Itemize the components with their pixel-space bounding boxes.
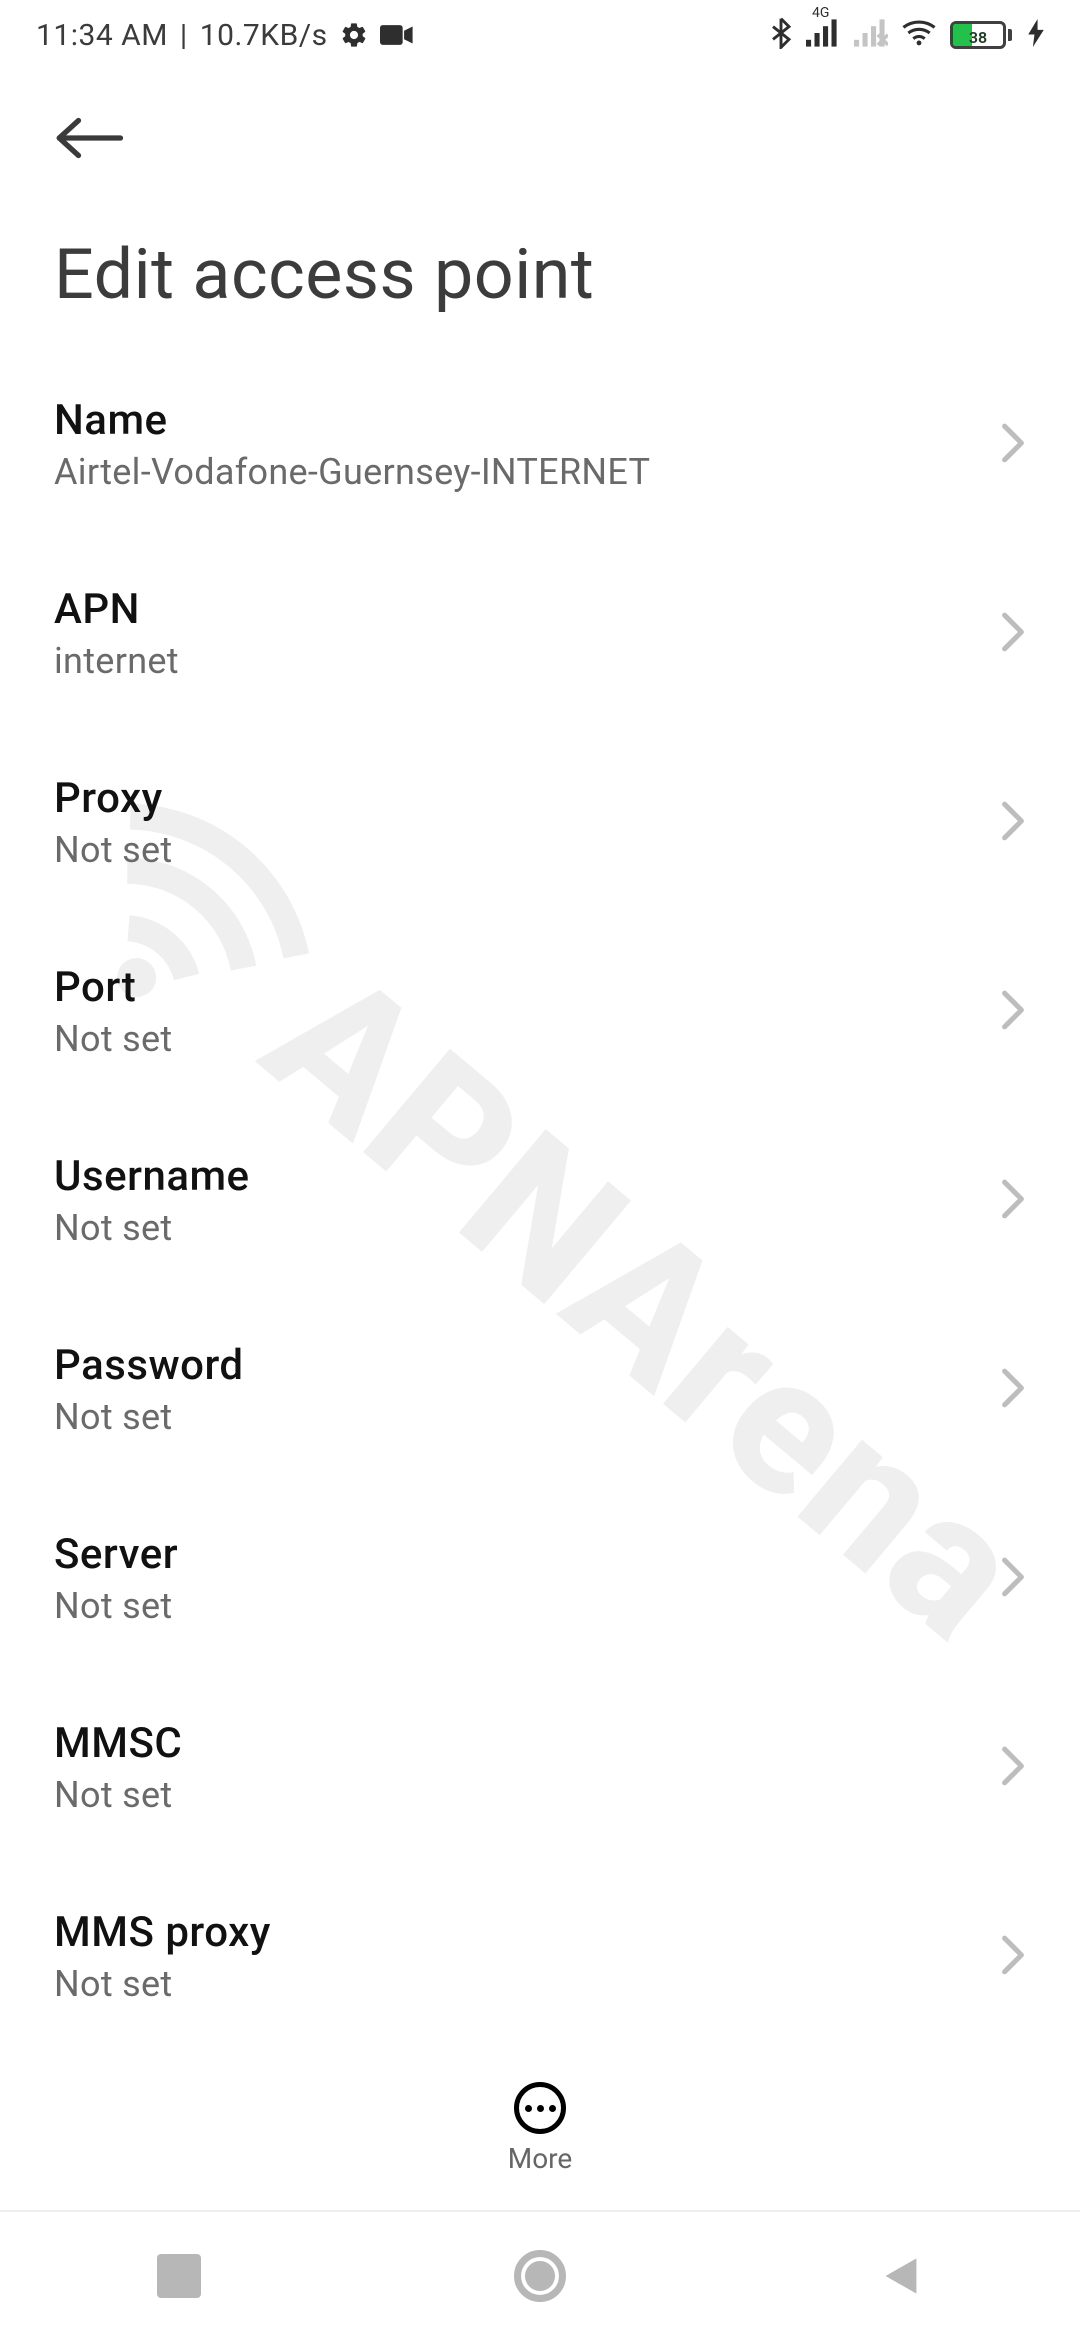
arrow-left-icon — [54, 116, 124, 160]
gear-icon — [340, 21, 368, 49]
chevron-right-icon — [1000, 1367, 1026, 1413]
setting-row-proxy[interactable]: Proxy Not set — [54, 724, 1026, 913]
status-bar-left: 11:34 AM | 10.7KB/s — [36, 18, 414, 53]
setting-label: Password — [54, 1341, 244, 1390]
back-button[interactable] — [54, 98, 134, 178]
setting-row-server[interactable]: Server Not set — [54, 1480, 1026, 1669]
wifi-icon — [902, 19, 936, 51]
chevron-right-icon — [1000, 1745, 1026, 1791]
status-time: 11:34 AM — [36, 18, 168, 53]
nav-recent-button[interactable] — [157, 2254, 201, 2298]
bluetooth-icon — [770, 17, 792, 53]
setting-row-mmsc[interactable]: MMSC Not set — [54, 1669, 1026, 1858]
status-bar: 11:34 AM | 10.7KB/s 4G 38 — [0, 0, 1080, 70]
nav-back-button[interactable] — [879, 2254, 923, 2298]
setting-value: Not set — [54, 1585, 178, 1627]
setting-row-apn[interactable]: APN internet — [54, 535, 1026, 724]
navigation-bar — [0, 2210, 1080, 2340]
more-dots-icon — [514, 2082, 566, 2134]
more-button[interactable]: More — [0, 2082, 1080, 2175]
setting-label: APN — [54, 585, 179, 634]
charging-icon — [1028, 19, 1044, 51]
setting-label: Username — [54, 1152, 250, 1201]
setting-row-name[interactable]: Name Airtel-Vodafone-Guernsey-INTERNET — [54, 346, 1026, 535]
setting-value: Not set — [54, 829, 172, 871]
chevron-right-icon — [1000, 1556, 1026, 1602]
setting-label: MMSC — [54, 1719, 182, 1768]
chevron-right-icon — [1000, 422, 1026, 468]
setting-row-password[interactable]: Password Not set — [54, 1291, 1026, 1480]
battery-icon: 38 — [950, 21, 1012, 49]
setting-label: Name — [54, 396, 650, 445]
setting-label: Server — [54, 1530, 178, 1579]
signal-no-sim-icon — [854, 19, 888, 51]
settings-list: Name Airtel-Vodafone-Guernsey-INTERNET A… — [0, 346, 1080, 2047]
status-bar-right: 4G 38 — [770, 17, 1044, 53]
battery-percent: 38 — [953, 24, 1003, 49]
chevron-right-icon — [1000, 1178, 1026, 1224]
chevron-right-icon — [1000, 611, 1026, 657]
setting-label: Proxy — [54, 774, 172, 823]
setting-label: MMS proxy — [54, 1908, 271, 1957]
setting-row-mms-proxy[interactable]: MMS proxy Not set — [54, 1858, 1026, 2047]
chevron-right-icon — [1000, 1934, 1026, 1980]
status-network-speed: 10.7KB/s — [200, 18, 328, 53]
chevron-right-icon — [1000, 800, 1026, 846]
nav-home-button[interactable] — [514, 2250, 566, 2302]
setting-value: Not set — [54, 1774, 182, 1816]
setting-value: Not set — [54, 1207, 250, 1249]
setting-value: Not set — [54, 1963, 271, 2005]
setting-label: Port — [54, 963, 172, 1012]
setting-value: Not set — [54, 1018, 172, 1060]
chevron-right-icon — [1000, 989, 1026, 1035]
status-separator: | — [180, 18, 188, 53]
more-label: More — [508, 2142, 573, 2175]
setting-row-username[interactable]: Username Not set — [54, 1102, 1026, 1291]
setting-value: internet — [54, 640, 179, 682]
setting-row-port[interactable]: Port Not set — [54, 913, 1026, 1102]
setting-value: Airtel-Vodafone-Guernsey-INTERNET — [54, 451, 650, 493]
page-title: Edit access point — [0, 178, 1080, 346]
video-camera-icon — [380, 23, 414, 47]
signal-4g-icon: 4G — [806, 19, 840, 51]
setting-value: Not set — [54, 1396, 244, 1438]
